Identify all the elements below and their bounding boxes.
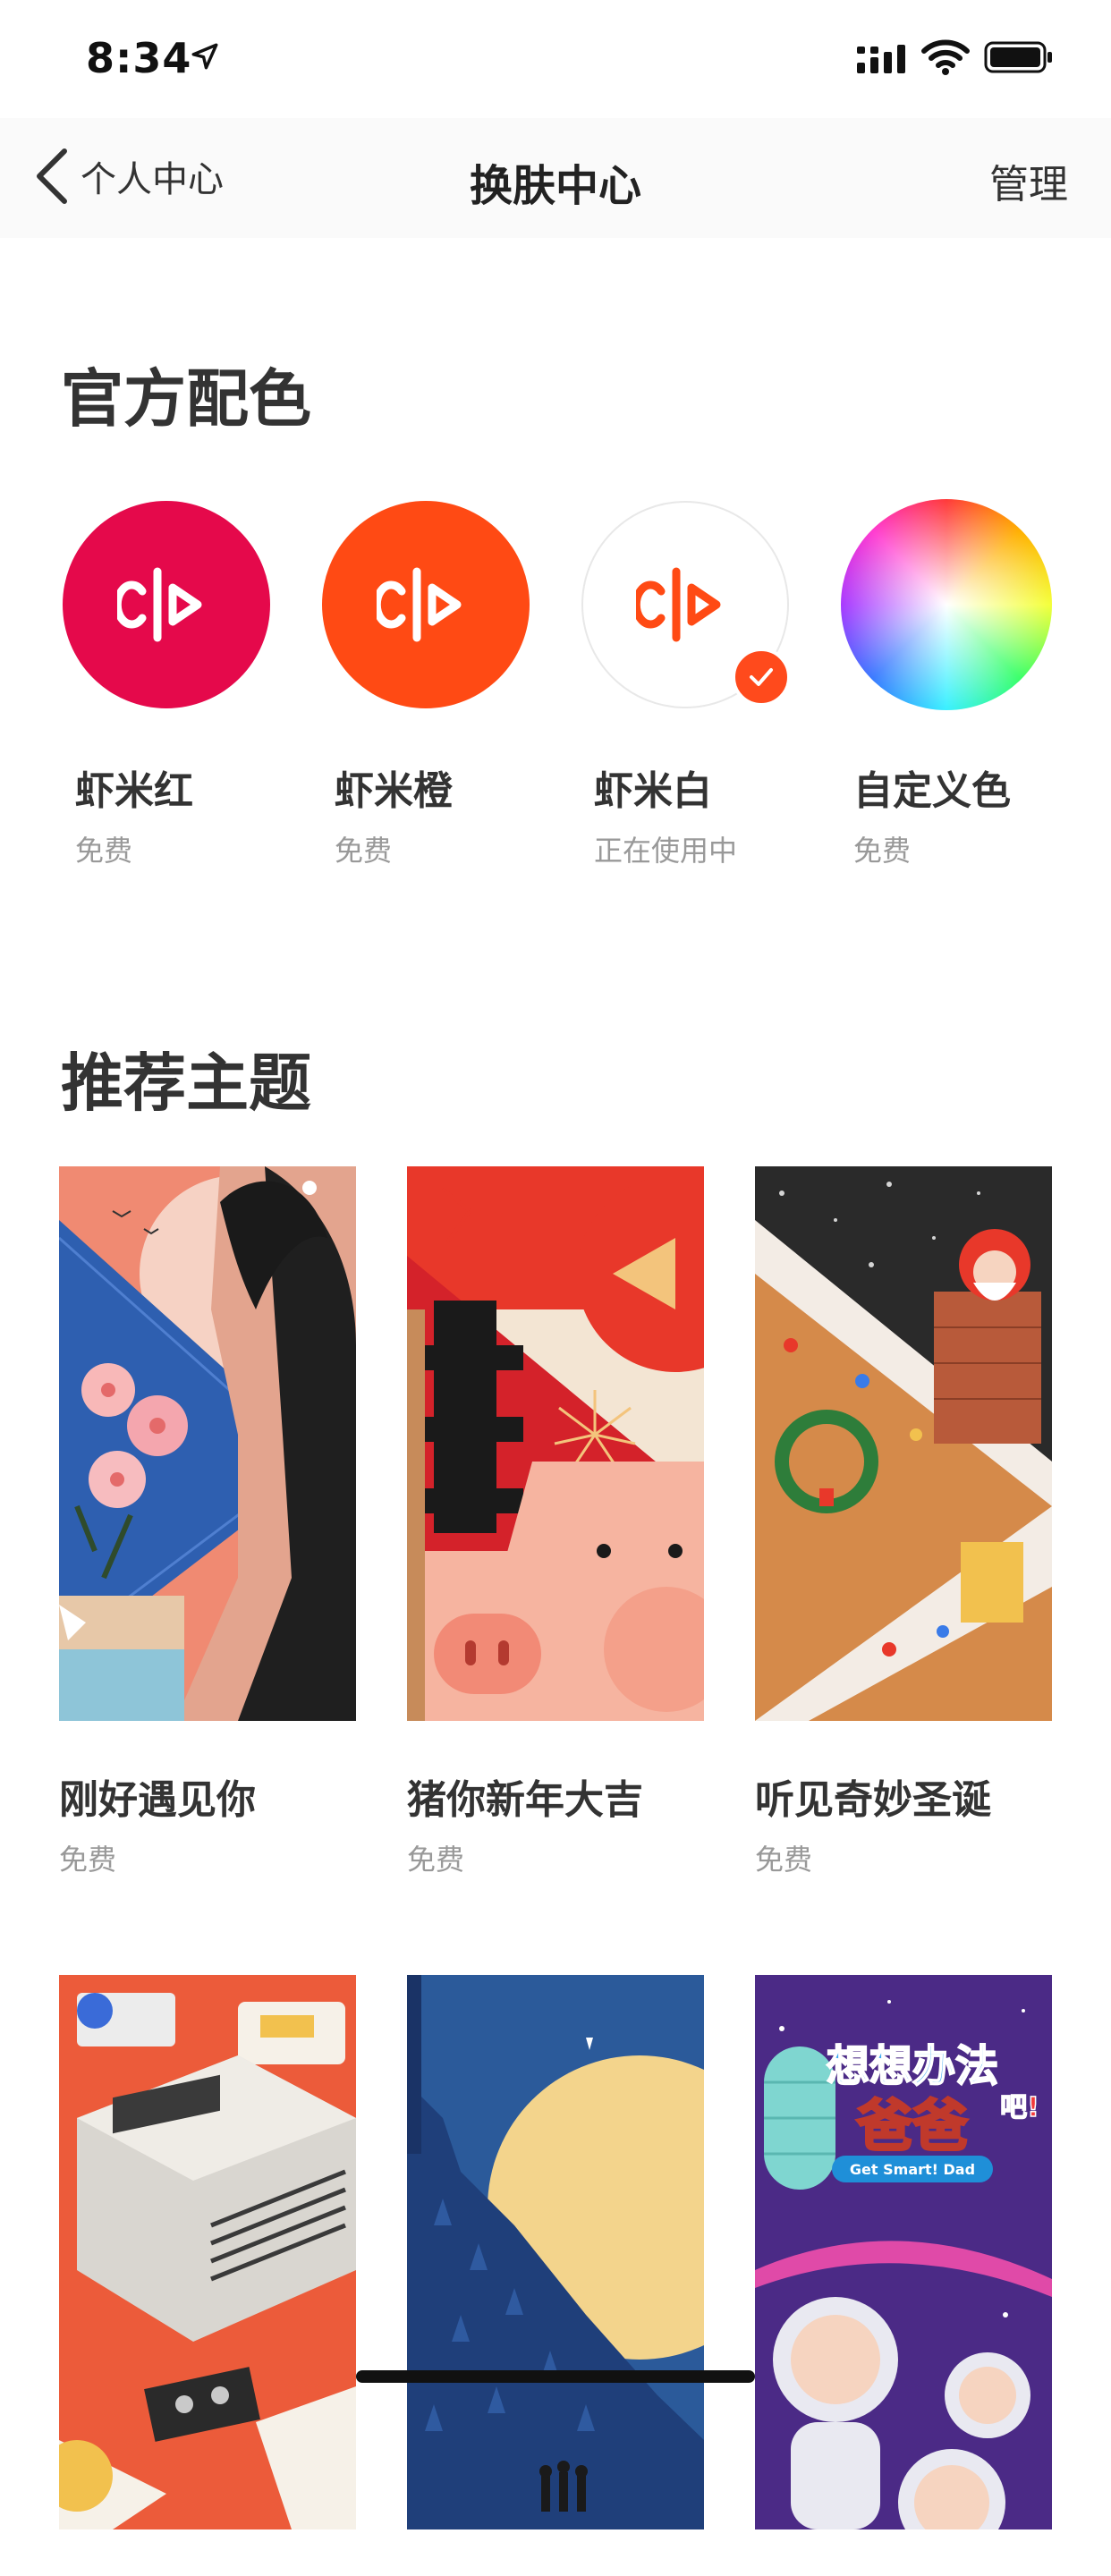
theme-name: 听见奇妙圣诞 <box>755 1777 991 1823</box>
theme-thumbnail <box>59 1975 356 2529</box>
theme-thumbnail <box>755 1166 1052 1721</box>
theme-card-new-year[interactable]: 猪你新年大吉 免费 <box>407 1166 704 1878</box>
theme-card-get-smart-dad[interactable]: 想想办法 吧! 爸爸 Get Smart! Dad <box>755 1975 1052 2576</box>
swatch-name: 虾米橙 <box>335 768 453 814</box>
theme-card-meet-you[interactable]: 刚好遇见你 免费 <box>59 1166 356 1878</box>
theme-card-moon-night[interactable] <box>407 1975 704 2576</box>
theme-art-moon-forest <box>407 1975 704 2529</box>
swatch-xiami-white[interactable]: 虾米白 正在使用中 <box>581 501 793 869</box>
swatch-xiami-orange[interactable]: 虾米橙 免费 <box>322 501 533 869</box>
xiami-logo-icon <box>636 567 721 642</box>
location-arrow-icon <box>191 43 218 70</box>
swatch-custom-color[interactable]: 自定义色 免费 <box>841 499 1052 869</box>
status-time: 8:34 <box>86 34 192 82</box>
checkmark-icon <box>750 668 773 686</box>
swatch-name: 虾米红 <box>75 768 193 814</box>
home-indicator[interactable] <box>356 2370 755 2383</box>
theme-art-christmas-house <box>755 1166 1052 1721</box>
page-title: 换肤中心 <box>469 161 641 211</box>
xiami-logo-icon <box>117 567 202 642</box>
status-bar: 8:34 <box>0 0 1111 118</box>
theme-art-girl-flowers <box>59 1166 356 1721</box>
xiami-logo-icon <box>377 567 462 642</box>
poster-subtitle: 爸爸 <box>856 2093 968 2158</box>
poster-exclaim: 吧! <box>1000 2092 1039 2123</box>
recommended-themes-title: 推荐主题 <box>61 1046 311 1120</box>
wifi-icon <box>921 39 970 75</box>
cellular-signal-icon <box>857 45 905 73</box>
theme-price: 免费 <box>407 1843 465 1877</box>
battery-icon <box>984 41 1052 73</box>
swatch-name: 虾米白 <box>594 768 712 814</box>
color-wheel <box>841 499 1052 710</box>
swatch-status: 免费 <box>75 834 133 868</box>
poster-english: Get Smart! Dad <box>850 2161 975 2178</box>
theme-thumbnail <box>407 1166 704 1721</box>
theme-card-christmas[interactable]: 听见奇妙圣诞 免费 <box>755 1166 1052 1878</box>
theme-name: 刚好遇见你 <box>59 1777 256 1823</box>
swatch-xiami-red[interactable]: 虾米红 免费 <box>63 501 274 869</box>
theme-art-space-poster: 想想办法 吧! 爸爸 Get Smart! Dad <box>755 1975 1052 2529</box>
theme-price: 免费 <box>59 1843 117 1877</box>
theme-price: 免费 <box>755 1843 813 1877</box>
theme-card-retro-tape[interactable] <box>59 1975 356 2576</box>
theme-art-cassette-player <box>59 1975 356 2529</box>
selected-check-badge <box>732 648 791 707</box>
theme-art-pig-new-year <box>407 1166 704 1721</box>
swatch-circle <box>322 501 530 708</box>
official-colors-title: 官方配色 <box>61 362 311 436</box>
swatch-status: 正在使用中 <box>594 834 738 868</box>
navigation-bar: 个人中心 换肤中心 管理 <box>0 118 1111 238</box>
poster-title: 想想办法 <box>827 2041 998 2091</box>
swatch-name: 自定义色 <box>853 768 1011 814</box>
manage-button[interactable]: 管理 <box>989 152 1068 209</box>
theme-thumbnail <box>59 1166 356 1721</box>
swatch-circle <box>581 501 791 708</box>
swatch-status: 免费 <box>853 834 912 868</box>
theme-thumbnail: 想想办法 吧! 爸爸 Get Smart! Dad <box>755 1975 1052 2529</box>
swatch-status: 免费 <box>335 834 393 868</box>
theme-thumbnail <box>407 1975 704 2529</box>
theme-name: 猪你新年大吉 <box>407 1777 643 1823</box>
swatch-circle <box>63 501 270 708</box>
